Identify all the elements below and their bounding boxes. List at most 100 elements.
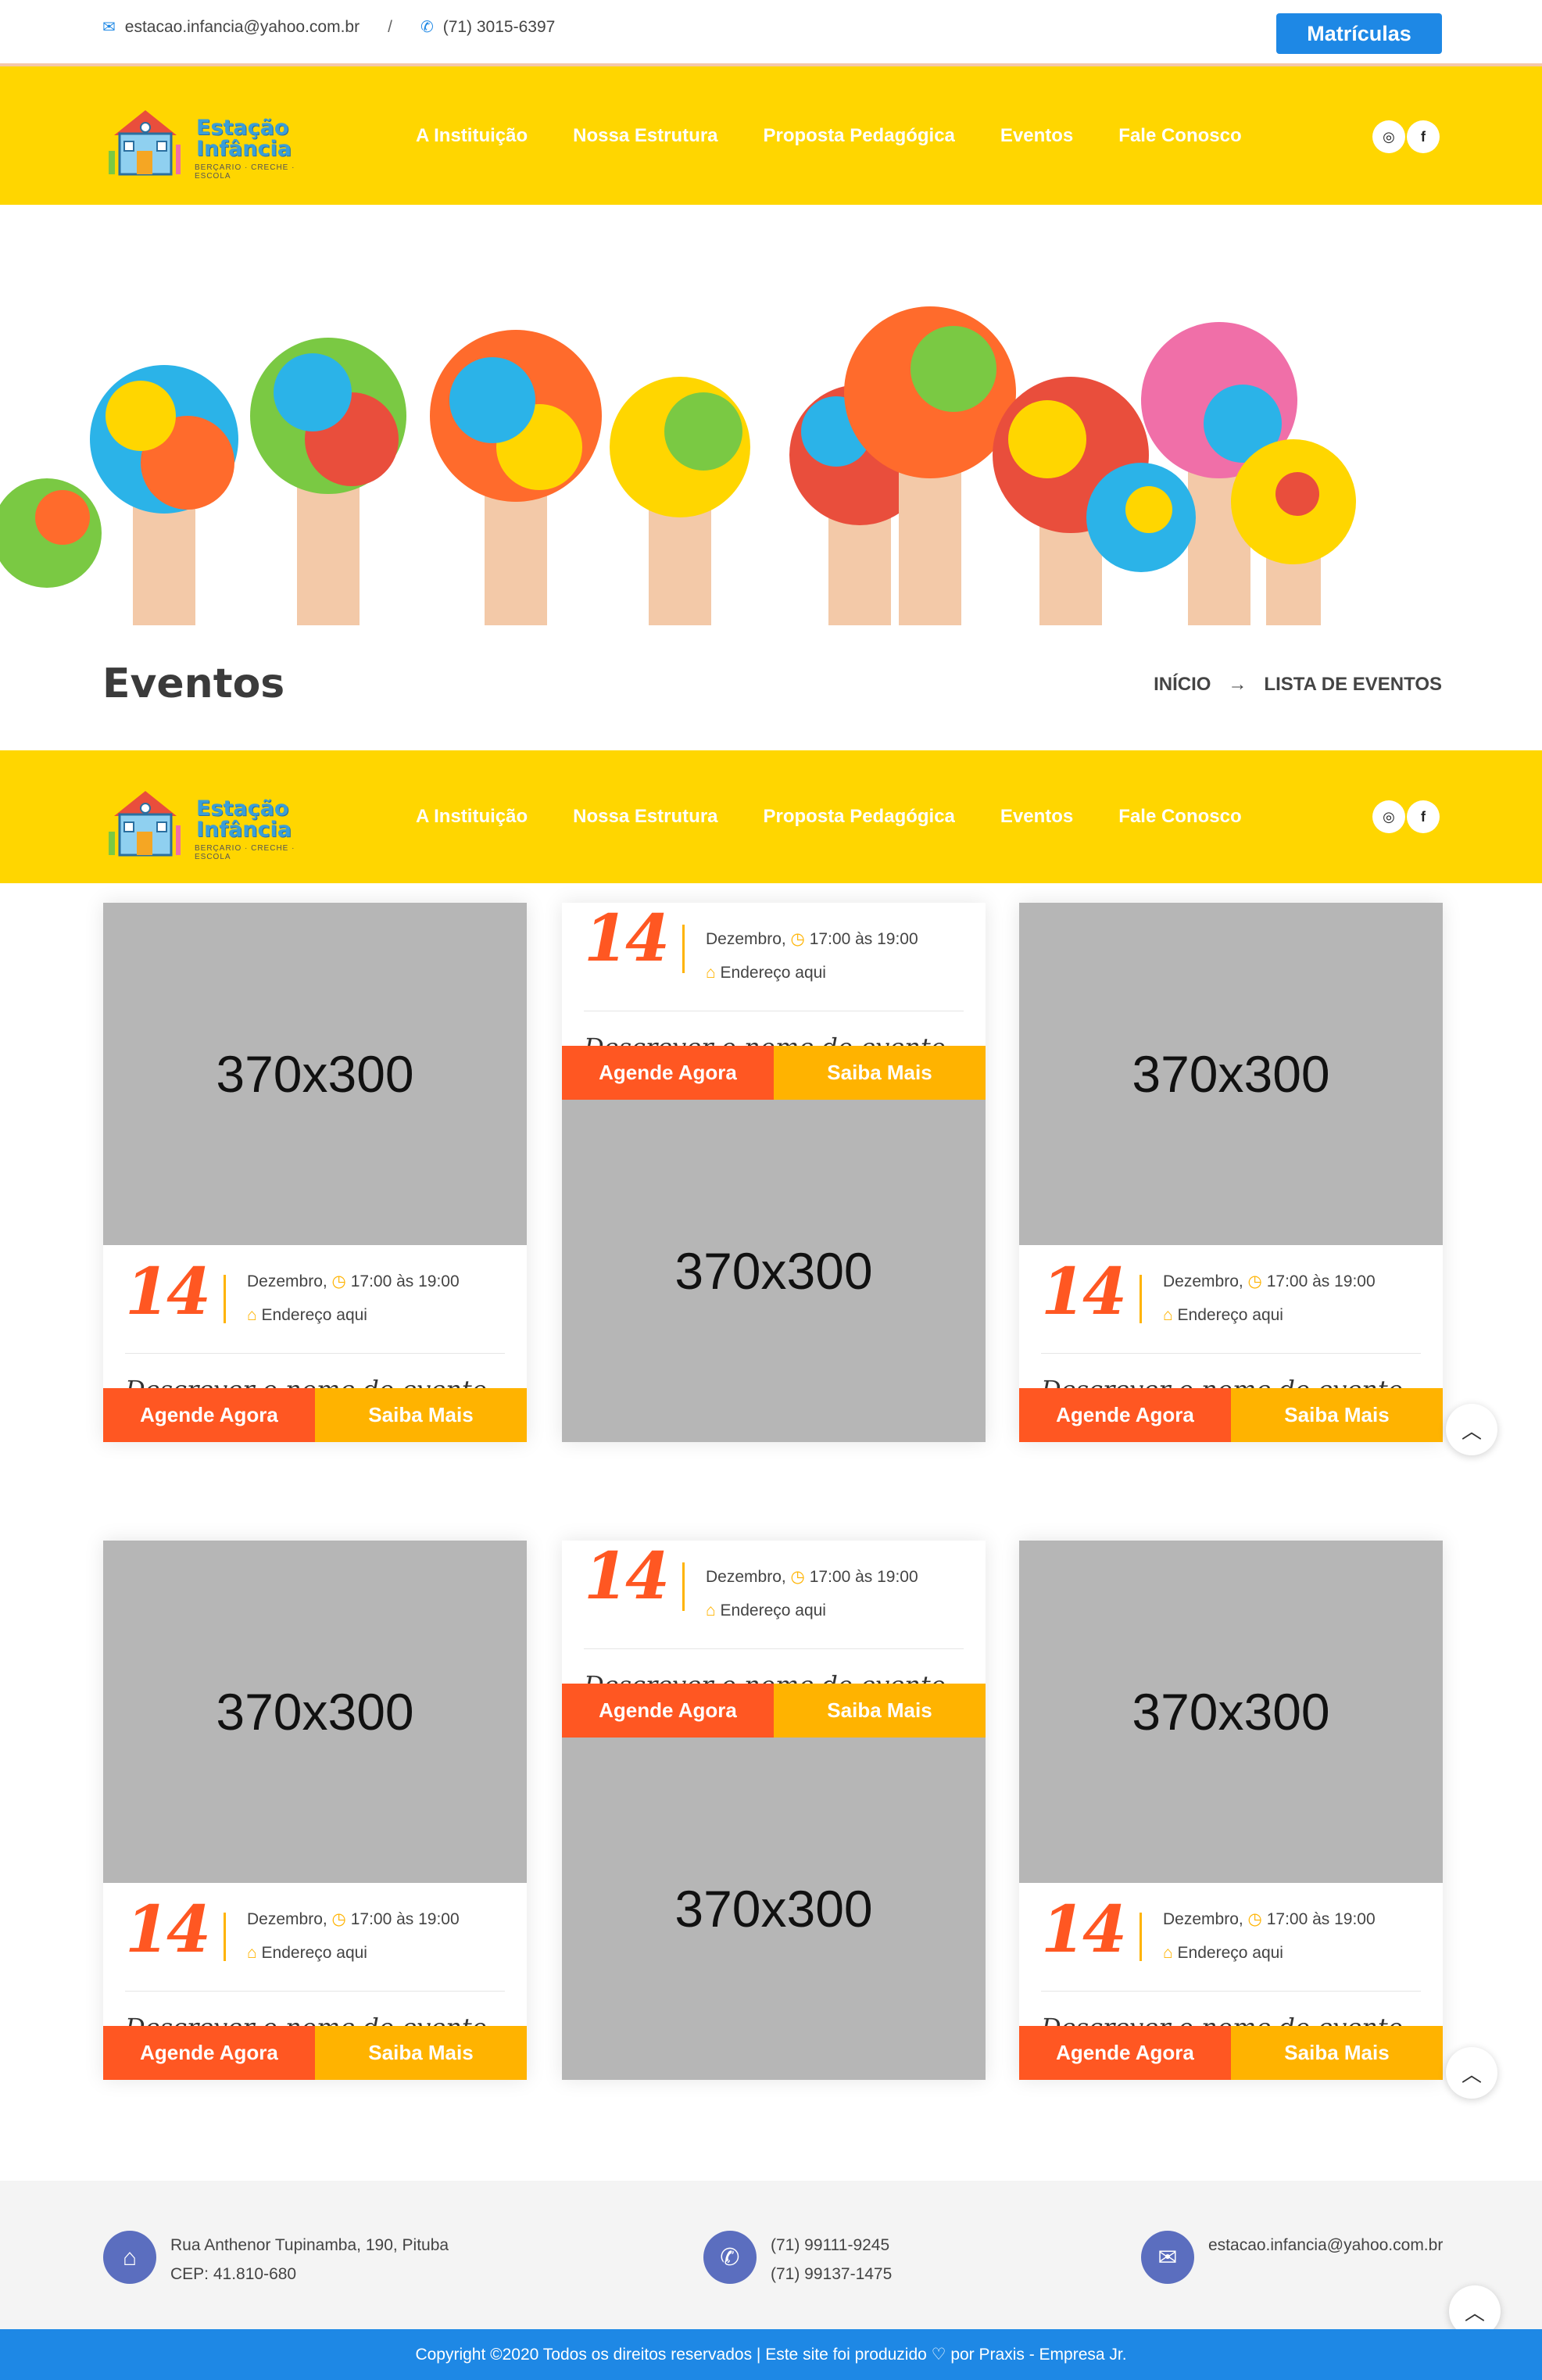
event-address: ⌂ Endereço aqui [1163, 1944, 1283, 1962]
page-title: Eventos [102, 660, 285, 707]
logo-sticky[interactable]: Estação Infância BERÇARIO · CRECHE · ESC… [102, 777, 306, 863]
event-image-placeholder[interactable]: 370x300 [103, 903, 527, 1245]
instagram-icon[interactable]: ◎ [1372, 120, 1405, 153]
agende-agora-button[interactable]: Agende Agora [1019, 1388, 1231, 1442]
logo-tagline: BERÇARIO · CRECHE · ESCOLA [195, 844, 295, 861]
copyright-bar: Copyright ©2020 Todos os direitos reserv… [0, 2329, 1542, 2380]
agende-agora-button[interactable]: Agende Agora [103, 1388, 315, 1442]
facebook-icon[interactable]: f [1407, 120, 1440, 153]
agende-agora-button[interactable]: Agende Agora [103, 2026, 315, 2080]
nav-item-estrutura[interactable]: Nossa Estrutura [573, 125, 717, 147]
school-house-icon [109, 791, 181, 857]
nav-menu: A Instituição Nossa Estrutura Proposta P… [416, 66, 1242, 206]
facebook-icon[interactable]: f [1407, 800, 1440, 833]
envelope-icon: ✉ [1141, 2231, 1194, 2284]
event-day: 14 [584, 1539, 670, 1614]
nav-item-eventos[interactable]: Eventos [1000, 125, 1073, 147]
nav-item-fale-conosco[interactable]: Fale Conosco [1118, 125, 1241, 147]
divider [224, 1913, 226, 1961]
logo-tagline: BERÇARIO · CRECHE · ESCOLA [195, 163, 295, 181]
event-image-placeholder[interactable]: 370x300 [562, 1100, 986, 1442]
agende-agora-button[interactable]: Agende Agora [562, 1046, 774, 1100]
nav-item-proposta[interactable]: Proposta Pedagógica [764, 806, 955, 828]
top-bar: ✉ estacao.infancia@yahoo.com.br / ✆ (71)… [0, 0, 1542, 66]
event-card: 370x300 14 Dezembro, ◷ 17:00 às 19:00 ⌂ … [1019, 1541, 1443, 2080]
clock-icon: ◷ [331, 1272, 346, 1290]
event-date-time: Dezembro, ◷ 17:00 às 19:00 [706, 930, 918, 948]
divider [224, 1275, 226, 1323]
agende-agora-button[interactable]: Agende Agora [1019, 2026, 1231, 2080]
nav-item-eventos[interactable]: Eventos [1000, 806, 1073, 828]
home-icon: ⌂ [1163, 1306, 1173, 1324]
saiba-mais-button[interactable]: Saiba Mais [774, 1046, 986, 1100]
matriculas-button[interactable]: Matrículas [1276, 13, 1442, 54]
event-day: 14 [1041, 1254, 1127, 1330]
topbar-email[interactable]: estacao.infancia@yahoo.com.br [125, 18, 360, 37]
event-address: ⌂ Endereço aqui [247, 1944, 367, 1962]
painted-hands-illustration [0, 205, 1542, 625]
event-image-placeholder[interactable]: 370x300 [562, 1738, 986, 2080]
event-image-placeholder[interactable]: 370x300 [103, 1541, 527, 1883]
event-address: ⌂ Endereço aqui [706, 1602, 826, 1619]
divider [125, 1991, 505, 1992]
footer: ⌂ Rua Anthenor Tupinamba, 190, Pituba CE… [0, 2181, 1542, 2337]
clock-icon: ◷ [331, 1910, 346, 1928]
footer-address-line2: CEP: 41.810-680 [170, 2265, 297, 2283]
event-date-time: Dezembro, ◷ 17:00 às 19:00 [706, 1568, 918, 1586]
scroll-top-chevron-up-icon[interactable]: ︿ [1446, 1404, 1497, 1455]
breadcrumb: INÍCIO → LISTA DE EVENTOS [1154, 674, 1442, 696]
clock-icon: ◷ [1247, 1910, 1262, 1928]
nav-item-instituicao[interactable]: A Instituição [416, 125, 528, 147]
nav-menu-sticky: A Instituição Nossa Estrutura Proposta P… [416, 750, 1242, 883]
event-date-time: Dezembro, ◷ 17:00 às 19:00 [247, 1272, 460, 1290]
footer-phones: ✆ (71) 99111-9245 (71) 99137-1475 [703, 2231, 892, 2289]
event-image-placeholder[interactable]: 370x300 [1019, 903, 1443, 1245]
divider [1140, 1275, 1142, 1323]
school-house-icon [109, 110, 181, 176]
topbar-phone[interactable]: (71) 3015-6397 [443, 18, 556, 37]
divider [1140, 1913, 1142, 1961]
nav-item-proposta[interactable]: Proposta Pedagógica [764, 125, 955, 147]
event-date-time: Dezembro, ◷ 17:00 às 19:00 [1163, 1272, 1376, 1290]
contact-info: ✉ estacao.infancia@yahoo.com.br / ✆ (71)… [102, 17, 555, 37]
saiba-mais-button[interactable]: Saiba Mais [1231, 2026, 1443, 2080]
home-icon: ⌂ [706, 1602, 716, 1619]
nav-item-instituicao[interactable]: A Instituição [416, 806, 528, 828]
divider [682, 925, 685, 973]
home-icon: ⌂ [247, 1306, 257, 1324]
home-icon: ⌂ [247, 1944, 257, 1962]
divider [125, 1353, 505, 1354]
logo[interactable]: Estação Infância BERÇARIO · CRECHE · ESC… [102, 96, 306, 182]
saiba-mais-button[interactable]: Saiba Mais [315, 2026, 527, 2080]
divider [1041, 1991, 1421, 1992]
clock-icon: ◷ [790, 1568, 805, 1586]
saiba-mais-button[interactable]: Saiba Mais [1231, 1388, 1443, 1442]
breadcrumb-home[interactable]: INÍCIO [1154, 674, 1211, 696]
nav-item-estrutura[interactable]: Nossa Estrutura [573, 806, 717, 828]
event-card: 370x300 14 Dezembro, ◷ 17:00 às 19:00 ⌂ … [103, 903, 527, 1442]
main-nav: Estação Infância BERÇARIO · CRECHE · ESC… [0, 66, 1542, 209]
footer-address: ⌂ Rua Anthenor Tupinamba, 190, Pituba CE… [103, 2231, 449, 2289]
saiba-mais-button[interactable]: Saiba Mais [774, 1684, 986, 1738]
breadcrumb-arrow-icon: → [1228, 674, 1247, 695]
instagram-icon[interactable]: ◎ [1372, 800, 1405, 833]
event-day: 14 [1041, 1892, 1127, 1967]
event-image-placeholder[interactable]: 370x300 [1019, 1541, 1443, 1883]
home-icon: ⌂ [706, 964, 716, 982]
phone-icon: ✆ [420, 19, 434, 36]
saiba-mais-button[interactable]: Saiba Mais [315, 1388, 527, 1442]
agende-agora-button[interactable]: Agende Agora [562, 1684, 774, 1738]
logo-line2: Infância [196, 137, 292, 161]
event-address: ⌂ Endereço aqui [1163, 1306, 1283, 1324]
scroll-top-chevron-up-icon[interactable]: ︿ [1446, 2047, 1497, 2099]
event-address: ⌂ Endereço aqui [247, 1306, 367, 1324]
event-date-time: Dezembro, ◷ 17:00 às 19:00 [247, 1910, 460, 1928]
footer-phone-1[interactable]: (71) 99111-9245 [771, 2231, 892, 2260]
footer-address-line1: Rua Anthenor Tupinamba, 190, Pituba [170, 2236, 449, 2254]
nav-item-fale-conosco[interactable]: Fale Conosco [1118, 806, 1241, 828]
footer-phone-2[interactable]: (71) 99137-1475 [771, 2260, 892, 2289]
event-card: 370x300 14 Dezembro, ◷ 17:00 às 19:00 ⌂ … [1019, 903, 1443, 1442]
event-day: 14 [125, 1892, 211, 1967]
footer-email-text[interactable]: estacao.infancia@yahoo.com.br [1208, 2231, 1443, 2284]
sticky-nav: Estação Infância BERÇARIO · CRECHE · ESC… [0, 750, 1542, 883]
